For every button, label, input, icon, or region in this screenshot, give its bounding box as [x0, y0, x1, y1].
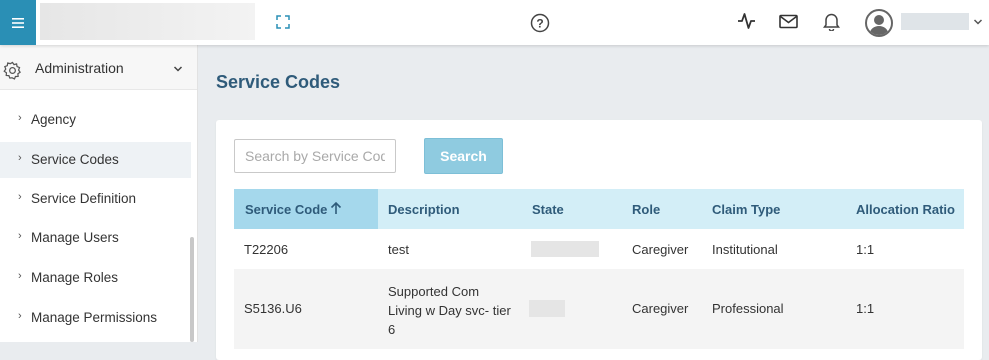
- sidebar-item-agency[interactable]: › Agency: [0, 102, 191, 138]
- cell-description-line: Supported Com: [388, 284, 480, 299]
- page-title: Service Codes: [216, 72, 341, 92]
- sidebar-scrollbar[interactable]: [190, 237, 194, 342]
- cell-claim-type: Professional: [712, 301, 784, 316]
- column-header-service-code[interactable]: Service Code: [234, 189, 378, 229]
- sidebar-item-service-definition[interactable]: › Service Definition: [0, 181, 191, 217]
- column-header-role[interactable]: Role: [632, 202, 660, 217]
- fullscreen-button[interactable]: [276, 15, 290, 29]
- chevron-right-icon: ›: [18, 112, 22, 124]
- avatar[interactable]: [865, 9, 893, 37]
- chevron-right-icon: ›: [18, 230, 22, 242]
- user-name[interactable]: [901, 13, 969, 30]
- gear-icon: [3, 61, 21, 80]
- cell-description: test: [388, 242, 409, 257]
- sidebar-item-manage-roles[interactable]: › Manage Roles: [0, 260, 191, 296]
- cell-allocation-ratio: 1:1: [856, 301, 875, 316]
- user-menu-chevron[interactable]: [973, 14, 983, 32]
- sidebar-item-label: Manage Users: [31, 230, 119, 245]
- help-circle-icon: ?: [530, 13, 550, 33]
- user-icon: [869, 15, 889, 35]
- chevron-right-icon: ›: [18, 270, 22, 282]
- help-button[interactable]: ?: [530, 13, 550, 33]
- notifications-button[interactable]: [823, 12, 840, 31]
- sidebar-item-label: Agency: [31, 112, 77, 127]
- fullscreen-icon: [276, 15, 290, 29]
- cell-service-code: T22206: [244, 242, 289, 257]
- activity-icon: [738, 13, 755, 29]
- cell-state-redacted: [531, 241, 599, 257]
- column-header-description[interactable]: Description: [388, 202, 460, 217]
- chevron-right-icon: ›: [18, 310, 22, 322]
- search-input[interactable]: [234, 139, 396, 173]
- column-header-claim-type[interactable]: Claim Type: [712, 202, 780, 217]
- bell-icon: [823, 13, 840, 31]
- menu-toggle-button[interactable]: [0, 0, 36, 45]
- top-bar: ?: [0, 0, 989, 45]
- sidebar-section-label: Administration: [35, 60, 124, 76]
- search-button[interactable]: Search: [424, 138, 503, 174]
- sidebar-item-label: Manage Roles: [31, 270, 119, 285]
- sidebar-item-service-codes[interactable]: › Service Codes: [0, 142, 191, 178]
- table-row[interactable]: S5136.U6 Supported Com Living w Day svc-…: [234, 269, 964, 349]
- cell-state-redacted: [529, 300, 565, 317]
- sidebar: Administration › Agency › Service Codes …: [0, 45, 198, 342]
- chevron-down-icon: [173, 66, 183, 72]
- cell-description-line: 6: [388, 322, 396, 337]
- sidebar-item-label: Service Codes: [31, 152, 119, 167]
- cell-role: Caregiver: [632, 242, 689, 257]
- mail-button[interactable]: [779, 14, 798, 29]
- sidebar-item-manage-users[interactable]: › Manage Users: [0, 220, 191, 256]
- svg-text:?: ?: [536, 17, 543, 31]
- activity-button[interactable]: [737, 12, 756, 30]
- logo: [40, 3, 255, 40]
- sort-ascending-icon: [330, 201, 342, 214]
- mail-icon: [779, 14, 798, 29]
- table-row[interactable]: T22206 test Caregiver Institutional 1:1: [234, 229, 964, 269]
- table-header: Service Code Description State Role Clai…: [234, 189, 964, 229]
- hamburger-icon: [12, 17, 24, 28]
- column-header-state[interactable]: State: [532, 202, 564, 217]
- chevron-down-icon: [973, 19, 983, 25]
- cell-service-code: S5136.U6: [244, 301, 302, 316]
- sidebar-section-administration[interactable]: Administration: [0, 45, 197, 90]
- cell-claim-type: Institutional: [712, 242, 778, 257]
- sidebar-item-label: Service Definition: [31, 191, 137, 206]
- cell-description-line: Living w Day svc- tier: [388, 303, 511, 318]
- column-header-allocation-ratio[interactable]: Allocation Ratio: [856, 202, 955, 217]
- cell-description: Supported Com Living w Day svc- tier 6: [388, 282, 511, 339]
- chevron-right-icon: ›: [18, 152, 22, 164]
- cell-role: Caregiver: [632, 301, 689, 316]
- sidebar-item-label: Manage Permissions: [31, 310, 158, 325]
- cell-allocation-ratio: 1:1: [856, 242, 875, 257]
- sidebar-item-manage-permissions[interactable]: › Manage Permissions: [0, 300, 191, 336]
- column-header-label: Service Code: [245, 202, 328, 217]
- chevron-right-icon: ›: [18, 191, 22, 203]
